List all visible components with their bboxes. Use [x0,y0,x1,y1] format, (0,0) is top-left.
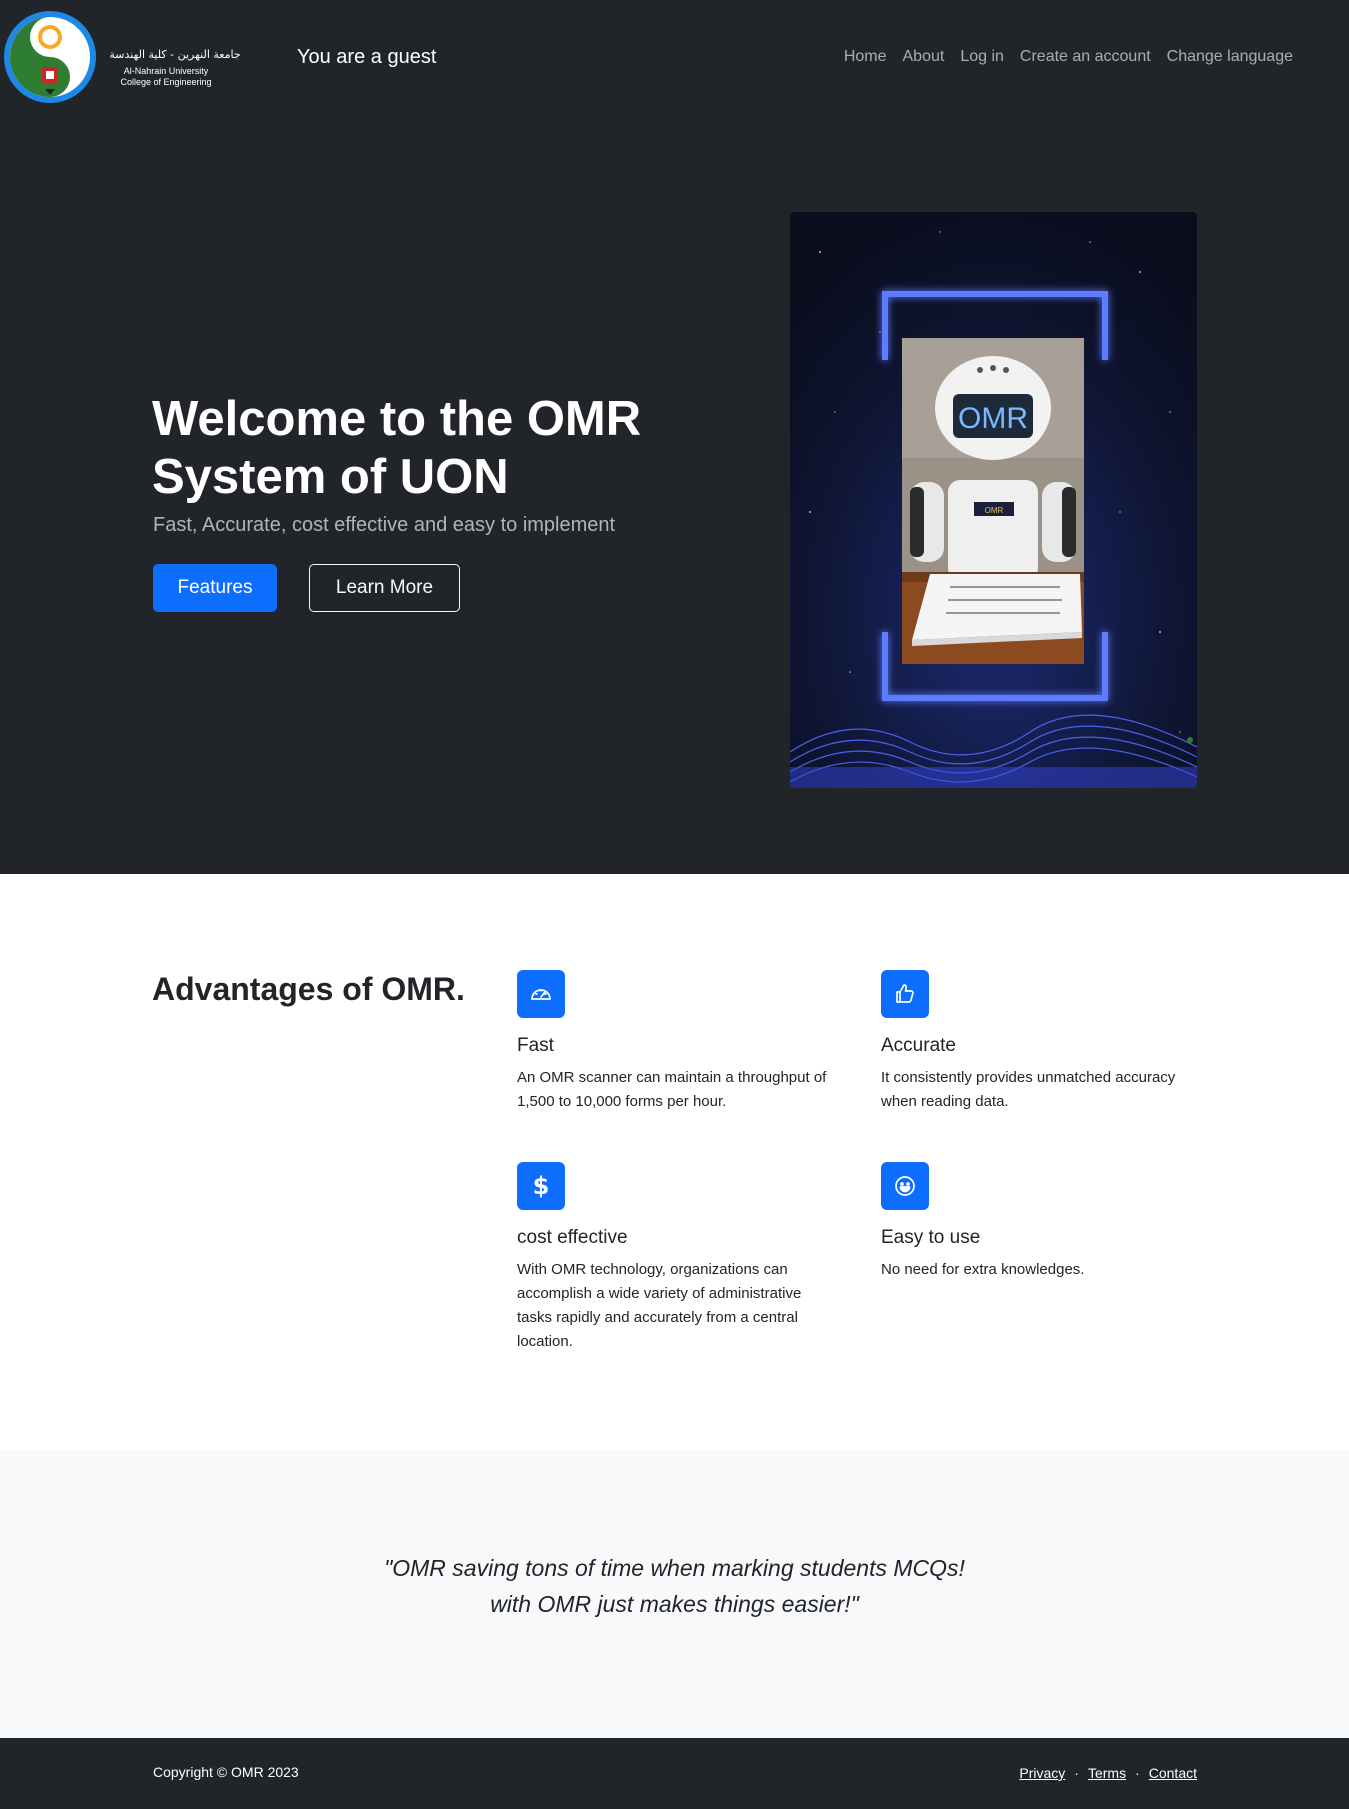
feature-text: No need for extra knowledges. [881,1261,1085,1278]
university-logo[interactable]: جامعة النهرين - كلية الهندسة Al-Nahrain … [0,7,260,107]
feature-fast: Fast An OMR scanner can maintain a throu… [517,970,837,1114]
speedometer-icon [517,970,565,1018]
thumbs-up-icon [881,970,929,1018]
footer-separator: · [1135,1765,1140,1781]
nav-links: Home About Log in Create an account Chan… [844,48,1293,66]
nav-home[interactable]: Home [844,48,887,66]
learn-more-button[interactable]: Learn More [309,564,460,612]
testimonial-quote: "OMR saving tons of time when marking st… [0,1550,1349,1622]
feature-title: Easy to use [881,1227,981,1248]
footer-separator: · [1074,1765,1079,1781]
footer: Copyright © OMR 2023 Privacy · Terms · C… [0,1738,1349,1809]
feature-easy-to-use: Easy to use No need for extra knowledges… [881,1162,1201,1282]
robot-screen-text: OMR [958,402,1028,435]
guest-status: You are a guest [297,46,437,68]
feature-title: cost effective [517,1227,628,1248]
nav-login[interactable]: Log in [960,48,1004,66]
copyright-text: Copyright © OMR 2023 [153,1764,299,1780]
robot-badge-text: OMR [985,506,1004,515]
nav-create-account[interactable]: Create an account [1020,48,1151,66]
terms-link[interactable]: Terms [1088,1765,1126,1781]
logo-text-line2: College of Engineering [120,77,211,87]
feature-title: Accurate [881,1035,956,1056]
feature-text: It consistently provides unmatched accur… [881,1069,1176,1110]
testimonial-section: "OMR saving tons of time when marking st… [0,1450,1349,1738]
nav-change-language[interactable]: Change language [1167,48,1293,66]
feature-accurate: Accurate It consistently provides unmatc… [881,970,1201,1114]
logo-text-line1: Al-Nahrain University [124,66,209,76]
privacy-link[interactable]: Privacy [1019,1765,1065,1781]
hero-title: Welcome to the OMR System of UON [152,392,642,504]
footer-links: Privacy · Terms · Contact [1019,1765,1197,1781]
features-heading: Advantages of OMR. [152,971,465,1007]
features-button[interactable]: Features [153,564,277,612]
feature-text: An OMR scanner can maintain a throughput… [517,1069,827,1110]
hero-robot-image: OMR OMR [790,212,1197,788]
contact-link[interactable]: Contact [1149,1765,1197,1781]
logo-arabic-text: جامعة النهرين - كلية الهندسة [109,48,240,61]
hero-subtitle: Fast, Accurate, cost effective and easy … [153,514,616,536]
features-section: Advantages of OMR. Fast An OMR scanner c… [0,874,1349,1450]
smile-icon [881,1162,929,1210]
feature-cost-effective: $ cost effective With OMR technology, or… [517,1162,837,1354]
feature-title: Fast [517,1035,554,1056]
feature-text: With OMR technology, organizations can a… [517,1261,802,1350]
dollar-icon: $ [517,1162,565,1210]
hero-section: Welcome to the OMR System of UON Fast, A… [0,118,1349,874]
quote-text: "OMR saving tons of time when marking st… [384,1555,965,1617]
navbar: جامعة النهرين - كلية الهندسة Al-Nahrain … [0,0,1349,118]
nav-about[interactable]: About [903,48,945,66]
